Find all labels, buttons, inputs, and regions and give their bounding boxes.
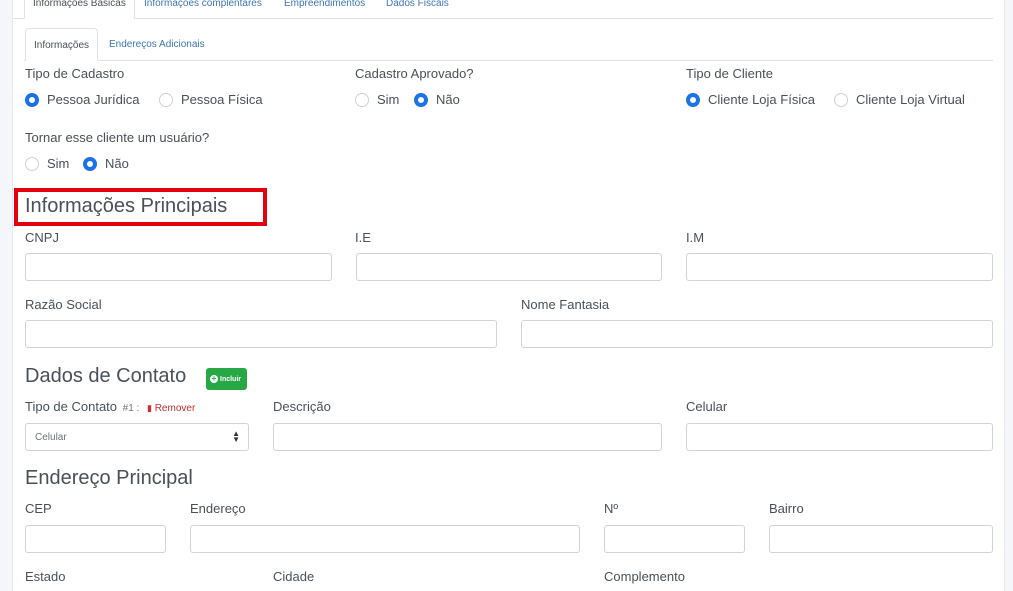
form-card [12,0,1005,591]
endereco-label: Endereço [190,501,246,516]
cnpj-label: CNPJ [25,230,59,245]
im-label: I.M [686,230,705,245]
tab-informacoes-complementares[interactable]: Informações complentares [144,0,262,19]
radio-cliente-loja-virtual[interactable]: Cliente Loja Virtual [834,92,965,107]
section-title-endereco-principal: Endereço Principal [25,467,193,489]
tipo-contato-label: Tipo de Contato #1 : ▮ Remover [25,399,196,414]
celular-input[interactable] [686,423,993,451]
tipo-cliente-label: Tipo de Cliente [686,66,773,81]
section-title-informacoes-principais: Informações Principais [25,195,228,217]
radio-selected-icon [25,92,39,107]
ie-input[interactable] [356,253,662,281]
radio-usuario-nao[interactable]: Não [83,156,129,171]
descricao-label: Descrição [273,399,331,414]
bairro-label: Bairro [769,501,804,516]
tipo-contato-select[interactable]: Celular ▲ ▼ [25,423,249,451]
tab-dados-fiscais[interactable]: Dados Fiscais [386,0,449,19]
trash-icon: ▮ [146,403,152,413]
estado-label: Estado [25,569,66,584]
radio-aprovado-nao[interactable]: Não [414,92,460,107]
contato-index: #1 : [122,403,140,414]
tornar-usuario-label: Tornar esse cliente um usuário? [25,130,210,145]
tab-informacoes-basicas[interactable]: Informações Básicas [24,0,135,19]
radio-pessoa-fisica[interactable]: Pessoa Física [159,92,263,107]
numero-input[interactable] [604,525,745,553]
descricao-input[interactable] [273,423,662,451]
cadastro-aprovado-label: Cadastro Aprovado? [355,66,474,81]
radio-selected-icon [686,92,700,107]
radio-usuario-sim[interactable]: Sim [25,156,69,171]
im-input[interactable] [686,253,993,281]
select-caret-icon: ▲ ▼ [232,429,240,444]
cidade-label: Cidade [273,569,315,584]
sub-tabs: Informações Endereços Adicionais [24,28,993,61]
celular-label: Celular [686,399,728,414]
complemento-label: Complemento [604,569,685,584]
radio-cliente-loja-fisica[interactable]: Cliente Loja Física [686,92,815,107]
plus-circle-icon: + [210,374,218,383]
numero-label: Nº [604,501,619,516]
nome-fantasia-label: Nome Fantasia [521,297,610,312]
radio-unselected-icon [25,156,39,171]
ie-label: I.E [355,230,371,245]
cep-input[interactable] [25,525,166,553]
razao-social-label: Razão Social [25,297,102,312]
radio-unselected-icon [355,92,369,107]
tipo-cadastro-label: Tipo de Cadastro [25,66,125,81]
incluir-contato-button[interactable]: + Incluir [206,368,247,390]
tab-empreendimentos[interactable]: Empreendimentos [284,0,365,19]
top-tabs: Informações Básicas Informações complent… [12,0,993,19]
nome-fantasia-input[interactable] [521,320,993,348]
bairro-input[interactable] [769,525,993,553]
tab-enderecos-adicionais[interactable]: Endereços Adicionais [101,28,213,61]
endereco-input[interactable] [190,525,580,553]
radio-aprovado-sim[interactable]: Sim [355,92,399,107]
razao-social-input[interactable] [25,320,497,348]
radio-selected-icon [83,156,97,171]
radio-unselected-icon [834,92,848,107]
radio-unselected-icon [159,92,173,107]
radio-pessoa-juridica[interactable]: Pessoa Jurídica [25,92,140,107]
cep-label: CEP [25,501,52,516]
tab-informacoes[interactable]: Informações [25,28,99,61]
section-title-dados-contato: Dados de Contato [25,365,187,387]
remover-contato-link[interactable]: ▮ Remover [147,403,195,414]
cnpj-input[interactable] [25,253,332,281]
radio-selected-icon [414,92,428,107]
